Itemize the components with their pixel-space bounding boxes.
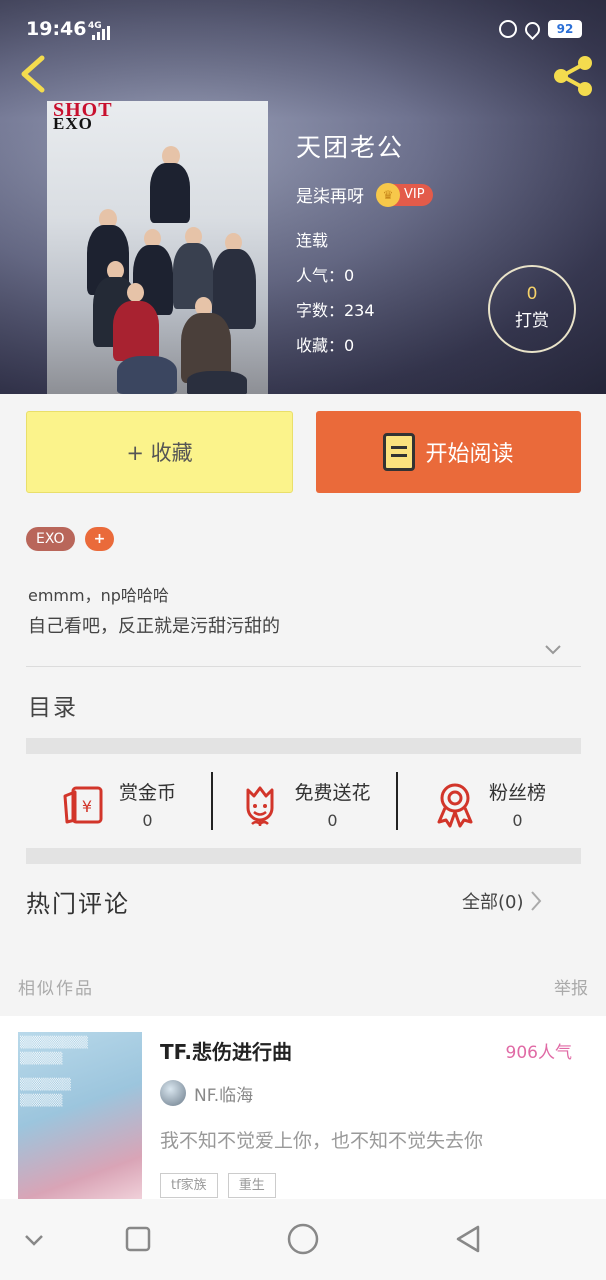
similar-book-tag: 重生: [227, 1173, 276, 1198]
serial-status: 连载: [296, 231, 329, 250]
all-comments-link[interactable]: 全部(0): [462, 888, 542, 914]
reward-coins-button[interactable]: ¥ 赏金币 0: [26, 760, 211, 848]
book-cover[interactable]: SHOT EXO: [47, 101, 268, 394]
similar-book-title[interactable]: TF.悲伤进行曲: [160, 1036, 292, 1065]
stat-value: 0: [142, 811, 153, 830]
reward-stats: ¥ 赏金币 0 免费送花 0 粉丝榜 0: [26, 760, 581, 848]
status-time: 19:46: [26, 18, 87, 40]
list-item[interactable]: ▒▒▒▒▒▒▒▒ ▒▒▒▒▒ ▒▒▒▒▒▒ ▒▒▒▒▒ TF.悲伤进行曲 906…: [0, 1016, 606, 1199]
recent-apps-button[interactable]: [120, 1221, 156, 1257]
medal-icon: [437, 783, 473, 828]
back-nav-button[interactable]: [450, 1221, 486, 1257]
chevron-down-icon[interactable]: [16, 1221, 52, 1257]
crown-icon: ♛: [376, 182, 400, 207]
divider: [26, 666, 581, 667]
stat-label: 粉丝榜: [488, 782, 546, 804]
book-description: emmm，np哈哈哈 自己看吧，反正就是污甜污甜的: [28, 580, 280, 642]
popularity-count: 人气：0: [296, 266, 355, 285]
location-icon: [521, 18, 544, 40]
tag-exo[interactable]: EXO: [26, 527, 75, 551]
free-flower-button[interactable]: 免费送花 0: [211, 760, 396, 848]
share-icon: [554, 56, 592, 96]
stat-value: 0: [512, 811, 523, 830]
description-line: 自己看吧，反正就是污甜污甜的: [28, 616, 280, 637]
back-button[interactable]: [14, 52, 54, 96]
collect-button[interactable]: + 收藏: [26, 411, 293, 493]
signal-icon: [92, 24, 112, 40]
book-title: 天团老公: [296, 133, 405, 162]
toc-bar[interactable]: [26, 738, 581, 754]
chevron-right-icon: [530, 891, 541, 911]
start-reading-button[interactable]: 开始阅读: [316, 411, 581, 493]
chevron-left-icon: [21, 55, 45, 93]
avatar: [160, 1080, 186, 1106]
home-button[interactable]: [285, 1221, 321, 1257]
svg-text:¥: ¥: [82, 797, 92, 816]
similar-book-description: 我不知不觉爱上你，也不知不觉失去你: [160, 1130, 484, 1152]
word-count: 字数：234: [296, 301, 375, 320]
all-comments-label: 全部(0): [462, 892, 524, 913]
similar-book-author: NF.临海: [194, 1085, 254, 1106]
similar-works-heading: 相似作品: [18, 979, 94, 999]
report-button[interactable]: 举报: [554, 974, 588, 999]
vip-label: VIP: [404, 187, 425, 202]
author-name[interactable]: 是柒再呀: [296, 182, 364, 207]
flower-icon: [246, 786, 274, 826]
battery-icon: 92: [548, 20, 582, 38]
hot-comments-title: 热门评论: [26, 890, 130, 918]
vip-badge: ♛ VIP: [376, 182, 433, 207]
similar-book-cover[interactable]: ▒▒▒▒▒▒▒▒ ▒▒▒▒▒ ▒▒▒▒▒▒ ▒▒▒▒▒: [18, 1032, 142, 1199]
status-bar: 19:46 4G 92: [0, 0, 606, 44]
similar-book-tag: tf家族: [160, 1173, 218, 1198]
collect-label: + 收藏: [126, 441, 193, 465]
add-tag-button[interactable]: +: [84, 527, 115, 551]
similar-book-popularity: 906人气: [505, 1043, 572, 1063]
system-nav-bar: [0, 1199, 606, 1280]
stat-label: 免费送花: [294, 782, 371, 804]
red-envelope-icon: ¥: [63, 786, 103, 824]
book-header: 19:46 4G 92 SHOT EXO 天团老公 是柒再呀 ♛ VIP 连载 …: [0, 0, 606, 394]
cover-logo-exo: EXO: [53, 114, 93, 133]
section-divider: [26, 848, 581, 864]
lock-rotation-icon: [499, 20, 517, 38]
chevron-down-icon[interactable]: [544, 641, 562, 659]
stat-label: 赏金币: [118, 782, 176, 804]
tip-button[interactable]: 0 打赏: [488, 265, 576, 353]
description-line: emmm，np哈哈哈: [28, 586, 169, 605]
fan-ranking-button[interactable]: 粉丝榜 0: [396, 760, 581, 848]
table-of-contents[interactable]: 目录: [28, 688, 78, 722]
start-reading-label: 开始阅读: [425, 442, 514, 467]
share-button[interactable]: [550, 54, 596, 98]
stat-value: 0: [327, 811, 338, 830]
book-icon: [383, 433, 416, 471]
tip-count: 0: [526, 284, 538, 304]
tip-label: 打赏: [515, 311, 549, 331]
favorites-count: 收藏：0: [296, 336, 355, 355]
book-info: 天团老公 是柒再呀 ♛ VIP 连载 人气：0 字数：234 收藏：0: [296, 128, 433, 356]
